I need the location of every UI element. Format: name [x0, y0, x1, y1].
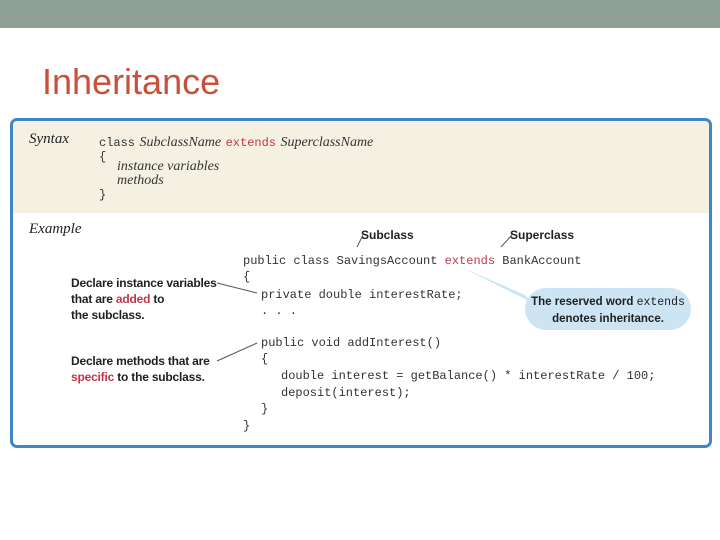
code-line-8: deposit(interest);: [281, 386, 411, 400]
instance-variables-note: Declare instance variables that are adde…: [71, 276, 217, 322]
methods-note-pointer: [216, 342, 258, 362]
code-line-4: . . .: [261, 304, 298, 318]
code-line-2: {: [243, 270, 251, 284]
code-line-3: private double interestRate;: [261, 288, 463, 302]
code-line-6: {: [261, 352, 269, 366]
syntax-box: Syntax class SubclassName extends Superc…: [10, 118, 712, 448]
code-line-10: }: [243, 419, 251, 433]
code-line-7: double interest = getBalance() * interes…: [281, 369, 656, 383]
bubble-pointer: [461, 267, 533, 303]
code-line-5: public void addInterest(): [261, 336, 442, 350]
methods-note: Declare methods that are specific to the…: [71, 354, 210, 384]
code-line-9: }: [261, 402, 269, 416]
subclass-pointer: [356, 234, 364, 248]
instance-note-pointer: [216, 282, 258, 294]
slide-title: Inheritance: [42, 61, 221, 102]
code-line-1: public class SavingsAccount extends Bank…: [243, 254, 582, 268]
top-bar: [0, 0, 720, 28]
superclass-pointer: [500, 234, 513, 248]
